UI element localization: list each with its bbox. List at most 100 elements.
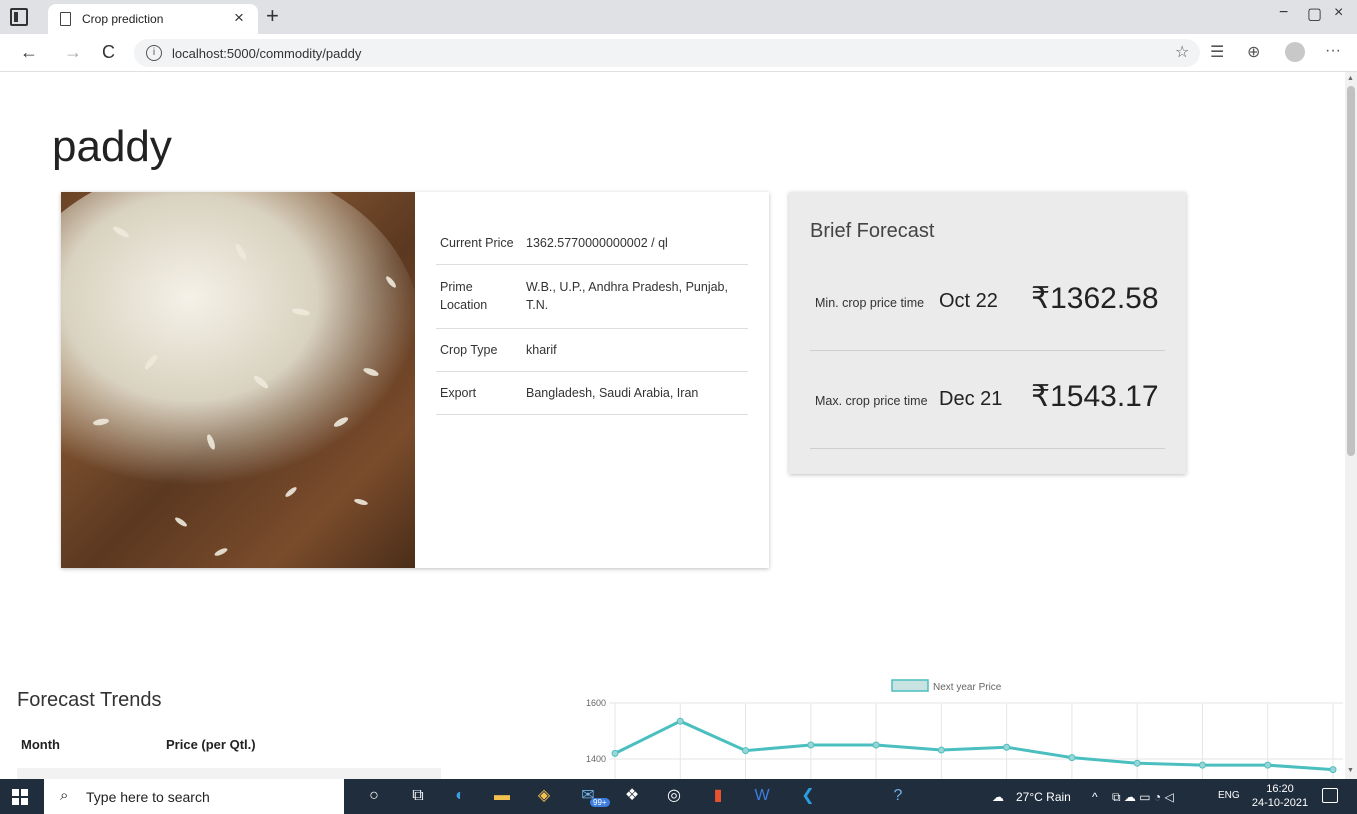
price-trend-chart: 120014001600 Next year Price (586, 679, 1343, 779)
max-price-row: Max. crop price time Dec 21 ₹1543.17 (810, 351, 1165, 449)
legend-label: Next year Price (933, 682, 1002, 693)
more-icon[interactable]: ··· (1325, 42, 1341, 60)
weather-icon[interactable]: ☁ (992, 790, 1004, 804)
search-icon: ⌕ (60, 787, 69, 804)
reload-icon[interactable]: C (102, 42, 115, 63)
browser-tab[interactable]: Crop prediction × (48, 4, 258, 34)
tab-bar: Crop prediction × + − ▢ × (0, 0, 1357, 34)
system-tray-icons[interactable]: ⧉ ☁ ▭ ◔ ◁ (1112, 790, 1174, 805)
favorites-list-icon[interactable]: ☰ (1210, 42, 1224, 62)
detail-label: Crop Type (440, 343, 498, 357)
min-price-month: Oct 22 (939, 290, 998, 312)
tab-strip-icon[interactable] (10, 8, 28, 26)
dropbox-icon[interactable]: ❖ (620, 785, 644, 807)
collections-icon[interactable]: ⊕ (1247, 42, 1260, 62)
windows-start-icon[interactable] (12, 789, 28, 805)
cortana-icon[interactable]: ○ (362, 785, 386, 807)
legend-swatch[interactable] (891, 679, 929, 692)
data-point[interactable] (742, 747, 750, 755)
tray-caret-icon[interactable]: ^ (1092, 790, 1098, 804)
max-price-value: ₹1543.17 (1031, 380, 1159, 413)
brief-forecast-card: Brief Forecast Min. crop price time Oct … (789, 192, 1186, 474)
commodity-card: Current Price 1362.5770000000002 / ql Pr… (61, 192, 769, 568)
info-icon[interactable]: i (146, 45, 162, 61)
detail-value: 1362.5770000000002 / ql (526, 236, 668, 250)
month-column-header: Month (21, 737, 60, 752)
scroll-up-icon[interactable]: ▲ (1347, 75, 1354, 82)
data-point[interactable] (1329, 766, 1337, 774)
page-icon (60, 12, 71, 26)
detail-row: Current Price 1362.5770000000002 / ql (436, 222, 748, 265)
forecast-title: Brief Forecast (810, 220, 935, 242)
address-bar: ← → C i localhost:5000/commodity/paddy ☆… (0, 34, 1357, 72)
file-explorer-icon[interactable]: ▬ (490, 785, 514, 807)
weather-text[interactable]: 27°C Rain (1016, 790, 1071, 804)
min-price-label: Min. crop price time (815, 296, 925, 310)
rice-grains-illustration (61, 192, 415, 556)
taskbar-search[interactable]: ⌕ Type here to search (44, 779, 344, 814)
rice-image (61, 192, 415, 568)
new-tab-icon[interactable]: + (266, 3, 279, 29)
language-indicator[interactable]: ENG (1218, 790, 1240, 801)
taskbar: ⌕ Type here to search ○ ⧉ ◐ ▬ ◈ ✉ ❖ ◎ ▮ … (0, 779, 1357, 814)
data-point[interactable] (807, 741, 815, 749)
scrollbar-thumb[interactable] (1347, 86, 1355, 456)
detail-label: Export (440, 386, 477, 400)
max-price-month: Dec 21 (939, 388, 1003, 410)
detail-label: Prime Location (440, 280, 488, 312)
notification-badge: 99+ (590, 798, 610, 807)
url-field[interactable]: i localhost:5000/commodity/paddy (134, 39, 1200, 67)
back-icon[interactable]: ← (20, 42, 38, 63)
data-point[interactable] (1003, 743, 1011, 751)
data-point[interactable] (937, 746, 945, 754)
data-point[interactable] (611, 749, 619, 757)
trend-table-row (17, 768, 441, 779)
scroll-down-icon[interactable]: ▼ (1347, 767, 1354, 774)
page-scrollbar[interactable]: ▲ ▼ (1345, 72, 1357, 779)
notification-center-icon[interactable] (1322, 788, 1338, 803)
clock-date: 24-10-2021 (1251, 797, 1309, 809)
help-icon[interactable]: ? (886, 785, 910, 807)
restore-icon[interactable]: ▢ (1307, 4, 1322, 24)
tab-title: Crop prediction (82, 12, 164, 26)
data-point[interactable] (676, 717, 684, 725)
page-title: paddy (52, 122, 172, 171)
data-point[interactable] (1198, 761, 1206, 769)
vscode-icon[interactable]: ❮ (796, 785, 820, 807)
max-price-label: Max. crop price time (815, 394, 928, 408)
edge-icon[interactable]: ◐ (448, 785, 472, 807)
data-point[interactable] (1264, 761, 1272, 769)
clock-time: 16:20 (1266, 783, 1294, 795)
price-column-header: Price (per Qtl.) (166, 737, 256, 752)
commodity-details: Current Price 1362.5770000000002 / ql Pr… (436, 222, 748, 415)
minimize-icon[interactable]: − (1279, 4, 1288, 22)
close-window-icon[interactable]: × (1334, 4, 1343, 22)
detail-value: Bangladesh, Saudi Arabia, Iran (526, 386, 699, 400)
data-point[interactable] (1068, 754, 1076, 762)
tab-close-icon[interactable]: × (234, 8, 244, 28)
task-view-icon[interactable]: ⧉ (406, 785, 430, 807)
search-placeholder: Type here to search (86, 789, 210, 805)
forward-icon[interactable]: → (64, 42, 82, 63)
y-tick-label: 1600 (586, 698, 606, 708)
office-icon[interactable]: ▮ (706, 785, 730, 807)
url-text[interactable]: localhost:5000/commodity/paddy (172, 46, 361, 61)
detail-row: Export Bangladesh, Saudi Arabia, Iran (436, 372, 748, 415)
detail-row: Crop Type kharif (436, 329, 748, 372)
min-price-value: ₹1362.58 (1031, 282, 1159, 315)
page-content: paddy Current Price 1362.5770000000002 /… (0, 72, 1345, 779)
favorite-icon[interactable]: ☆ (1175, 42, 1189, 62)
store-icon[interactable]: ◈ (532, 785, 556, 807)
detail-row: Prime Location W.B., U.P., Andhra Prades… (436, 265, 748, 329)
y-tick-label: 1400 (586, 754, 606, 764)
taskbar-clock[interactable]: 16:20 24-10-2021 (1250, 782, 1310, 810)
detail-value: kharif (526, 343, 557, 357)
chrome-icon[interactable]: ◎ (662, 785, 686, 807)
data-point[interactable] (1133, 759, 1141, 767)
profile-icon[interactable] (1285, 42, 1305, 62)
forecast-trends-title: Forecast Trends (17, 689, 162, 711)
data-point[interactable] (872, 741, 880, 749)
detail-label: Current Price (440, 236, 514, 250)
word-icon[interactable]: W (750, 785, 774, 807)
series-line (614, 719, 1334, 772)
